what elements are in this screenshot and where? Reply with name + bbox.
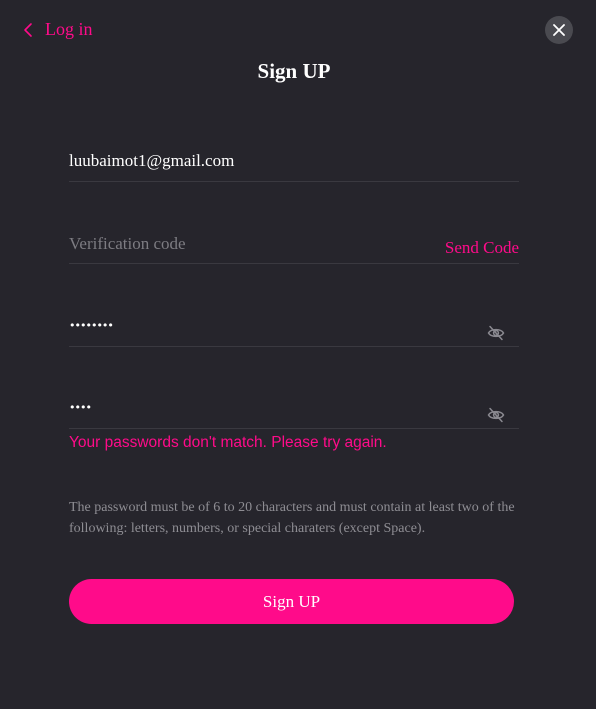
- back-to-login-link[interactable]: Log in: [20, 19, 93, 40]
- close-icon: [553, 24, 565, 36]
- eye-slash-icon[interactable]: [487, 324, 505, 342]
- eye-slash-icon[interactable]: [487, 406, 505, 424]
- password-value: ••••••••: [69, 319, 114, 332]
- verification-code-placeholder: Verification code: [69, 234, 186, 253]
- signup-dialog: Log in Sign UP luubaimot1@gmail.com Veri…: [0, 0, 596, 709]
- confirm-password-field[interactable]: ••••: [69, 384, 519, 429]
- back-link-label: Log in: [45, 19, 93, 39]
- sign-up-button[interactable]: Sign UP: [69, 579, 514, 624]
- password-field[interactable]: ••••••••: [69, 302, 519, 347]
- email-value: luubaimot1@gmail.com: [69, 151, 235, 170]
- password-requirements-hint: The password must be of 6 to 20 characte…: [69, 500, 515, 536]
- confirm-password-value: ••••: [69, 401, 92, 414]
- password-mismatch-error: Your passwords don't match. Please try a…: [69, 434, 387, 451]
- email-field[interactable]: luubaimot1@gmail.com: [69, 137, 519, 182]
- close-button[interactable]: [545, 16, 573, 44]
- sign-up-button-label: Sign UP: [262, 591, 321, 611]
- verification-code-field[interactable]: Verification code Send Code: [69, 219, 519, 264]
- page-title: Sign UP: [257, 59, 331, 83]
- chevron-left-icon: [20, 22, 36, 38]
- send-code-button[interactable]: Send Code: [445, 238, 519, 258]
